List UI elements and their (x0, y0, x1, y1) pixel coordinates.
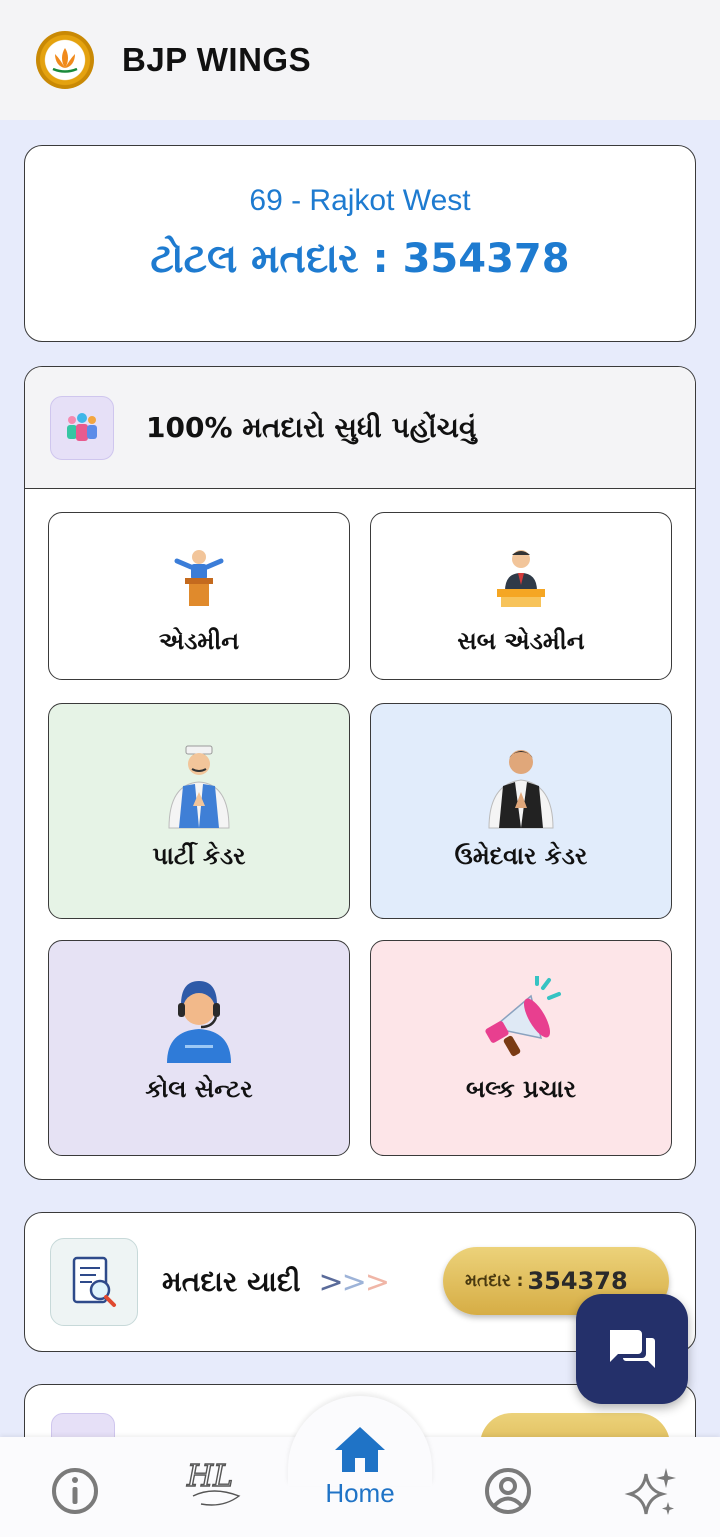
nav-profile[interactable] (483, 1466, 533, 1516)
nav-brand[interactable]: HL (183, 1456, 249, 1514)
group-icon (50, 395, 114, 460)
voter-count-value: 354378 (527, 1267, 628, 1295)
home-label: Home (325, 1478, 395, 1508)
constituency-name: 69 - Rajkot West (249, 184, 471, 217)
call-center-agent-icon (154, 975, 244, 1065)
nav-sparkle[interactable] (624, 1464, 680, 1520)
app-title: BJP WINGS (122, 41, 312, 78)
voter-reach-header: 100% મતદારો સુધી પહોંચવું (25, 367, 695, 489)
info-icon (52, 1468, 98, 1514)
chevrons-right-icon: >>> (318, 1264, 390, 1300)
chat-icon (610, 1330, 655, 1368)
voter-reach-title: 100% મતદારો સુધી પહોંચવું (146, 410, 477, 444)
tile-sub-admin[interactable]: સબ એડમીન (370, 512, 672, 680)
sparkle-icon (624, 1468, 676, 1515)
voter-list-title: મતદાર યાદી (162, 1265, 301, 1298)
hl-logo-icon: HL (185, 1458, 241, 1506)
tile-label: સબ એડમીન (457, 627, 585, 655)
voter-count-label: મતદાર : (465, 1271, 524, 1291)
officer-desk-icon (481, 537, 561, 617)
speaker-podium-icon (159, 537, 239, 617)
tile-label: ઉમેદવાર કેડર (454, 842, 588, 870)
chat-button[interactable] (576, 1294, 688, 1404)
profile-icon (485, 1468, 531, 1514)
home-icon (335, 1427, 385, 1472)
tile-label: કોલ સેન્ટર (145, 1075, 253, 1103)
candidate-namaste-icon (476, 742, 566, 832)
tile-party-cadre[interactable]: પાર્ટી કેડર (48, 703, 350, 919)
megaphone-icon (476, 975, 566, 1065)
nav-info[interactable] (50, 1466, 100, 1516)
tile-label: એડમીન (158, 627, 240, 655)
tile-call-center[interactable]: કોલ સેન્ટર (48, 940, 350, 1156)
tile-candidate-cadre[interactable]: ઉમેદવાર કેડર (370, 703, 672, 919)
document-search-icon (50, 1238, 138, 1326)
tile-admin[interactable]: એડમીન (48, 512, 350, 680)
tile-label: બલ્ક પ્રચાર (465, 1075, 577, 1103)
party-worker-icon (154, 742, 244, 832)
app-bar: BJP WINGS (0, 0, 720, 120)
bjp-lotus-logo-icon (36, 31, 94, 89)
constituency-summary-card: 69 - Rajkot West ટોટલ મતદાર : 354378 (24, 145, 696, 342)
tile-bulk-campaign[interactable]: બલ્ક પ્રચાર (370, 940, 672, 1156)
voter-reach-section: 100% મતદારો સુધી પહોંચવું એડમીન સબ એડમીન… (24, 366, 696, 1180)
total-voters: ટોટલ મતદાર : 354378 (150, 236, 570, 282)
svg-text:HL: HL (186, 1459, 233, 1494)
tile-label: પાર્ટી કેડર (152, 842, 246, 870)
nav-home[interactable]: Home (318, 1424, 402, 1509)
